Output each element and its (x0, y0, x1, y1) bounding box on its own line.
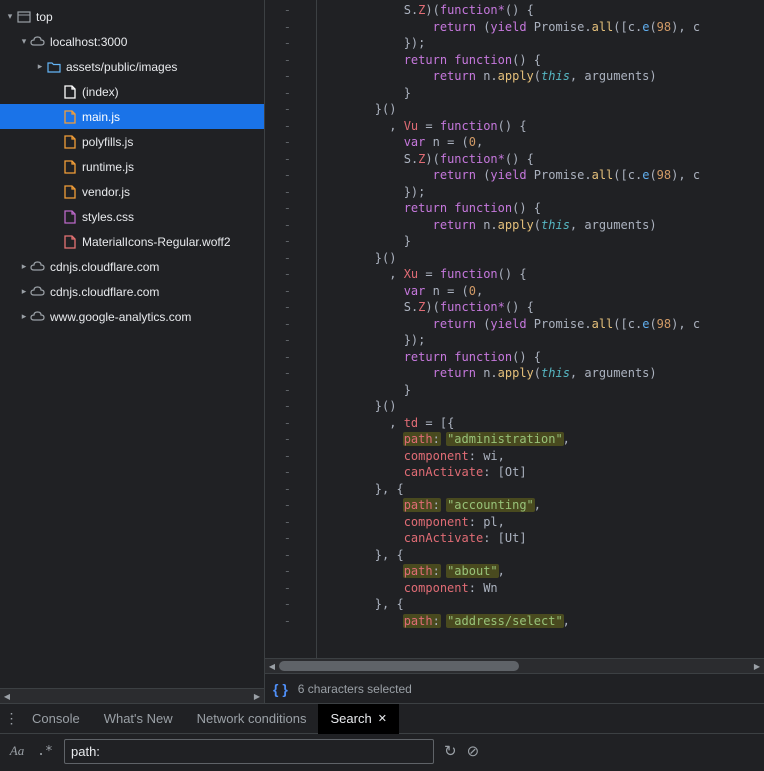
tree-item[interactable]: vendor.js (0, 179, 264, 204)
tree-item-label: main.js (78, 110, 120, 124)
scroll-left-icon[interactable]: ◀ (265, 659, 279, 673)
expand-arrow-icon[interactable]: ▾ (4, 11, 16, 22)
search-input[interactable] (64, 739, 434, 764)
tree-item[interactable]: main.js (0, 104, 264, 129)
tree-item[interactable]: ▸ assets/public/images (0, 54, 264, 79)
scrollbar-thumb[interactable] (279, 661, 519, 671)
tree-item-label: (index) (78, 85, 119, 99)
clear-icon[interactable]: ⊘ (467, 742, 480, 760)
close-icon[interactable]: ✕ (378, 704, 387, 734)
drawer-tab-network-conditions[interactable]: Network conditions (185, 704, 319, 734)
tab-label: What's New (104, 711, 173, 726)
search-bar: Aa .* ↻ ⊘ (0, 734, 764, 768)
folder-icon (46, 59, 62, 75)
js-icon (62, 109, 78, 125)
js-icon (62, 134, 78, 150)
cloud-icon (30, 284, 46, 300)
tree-item-label: styles.css (78, 210, 134, 224)
sources-sidebar: ▾ top ▾ localhost:3000 ▸ assets/public/images… (0, 0, 265, 703)
tree-item[interactable]: ▾ localhost:3000 (0, 29, 264, 54)
tree-item-label: cdnjs.cloudflare.com (46, 285, 159, 299)
tree-item-label: localhost:3000 (46, 35, 127, 49)
css-icon (62, 209, 78, 225)
tree-item[interactable]: ▸ cdnjs.cloudflare.com (0, 254, 264, 279)
tree-item[interactable]: ▸ cdnjs.cloudflare.com (0, 279, 264, 304)
drawer: ⋮ Console What's New Network conditions Sea… (0, 703, 764, 771)
scroll-left-icon[interactable]: ◀ (0, 689, 14, 703)
tree-item-label: runtime.js (78, 160, 134, 174)
tree-item[interactable]: polyfills.js (0, 129, 264, 154)
tree-item[interactable]: (index) (0, 79, 264, 104)
cloud-icon (30, 309, 46, 325)
tree-item-label: polyfills.js (78, 135, 133, 149)
tree-item-label: assets/public/images (62, 60, 177, 74)
tree-item[interactable]: runtime.js (0, 154, 264, 179)
expand-arrow-icon[interactable]: ▸ (34, 61, 46, 72)
cloud-icon (30, 259, 46, 275)
tree-item-label: cdnjs.cloudflare.com (46, 260, 159, 274)
js-icon (62, 184, 78, 200)
pretty-print-icon[interactable]: { } (273, 681, 288, 697)
drawer-tab-console[interactable]: Console (20, 704, 92, 734)
expand-arrow-icon[interactable]: ▸ (18, 286, 30, 297)
regex-toggle[interactable]: .* (36, 744, 54, 759)
scroll-right-icon[interactable]: ▶ (250, 689, 264, 703)
js-icon (62, 159, 78, 175)
tab-label: Search (330, 704, 371, 734)
status-bar: { } 6 characters selected (265, 673, 764, 703)
tree-item[interactable]: ▾ top (0, 4, 264, 29)
drawer-tab-search[interactable]: Search ✕ (318, 704, 398, 734)
drawer-menu-icon[interactable]: ⋮ (0, 710, 20, 727)
editor-panel: -------------------------------------- S… (265, 0, 764, 703)
cloud-icon (30, 34, 46, 50)
drawer-tab-what-s-new[interactable]: What's New (92, 704, 185, 734)
sidebar-scrollbar[interactable]: ◀ ▶ (0, 688, 264, 703)
expand-arrow-icon[interactable]: ▸ (18, 261, 30, 272)
tab-label: Network conditions (197, 711, 307, 726)
drawer-tabbar: ⋮ Console What's New Network conditions Sea… (0, 704, 764, 734)
tree-item-label: MaterialIcons-Regular.woff2 (78, 235, 231, 249)
tree-item[interactable]: styles.css (0, 204, 264, 229)
tree-item-label: www.google-analytics.com (46, 310, 191, 324)
tree-item[interactable]: MaterialIcons-Regular.woff2 (0, 229, 264, 254)
tab-label: Console (32, 711, 80, 726)
font-icon (62, 234, 78, 250)
expand-arrow-icon[interactable]: ▾ (18, 36, 30, 47)
tree-item[interactable]: ▸ www.google-analytics.com (0, 304, 264, 329)
status-text: 6 characters selected (298, 682, 412, 696)
tree-item-label: top (32, 10, 53, 24)
gutter: -------------------------------------- (265, 0, 317, 658)
refresh-icon[interactable]: ↻ (444, 742, 457, 760)
doc-icon (62, 84, 78, 100)
scroll-right-icon[interactable]: ▶ (750, 659, 764, 673)
frame-icon (16, 9, 32, 25)
file-tree: ▾ top ▾ localhost:3000 ▸ assets/public/images… (0, 0, 264, 688)
code-content[interactable]: S.Z)(function*() { return (yield Promise… (317, 0, 764, 658)
match-case-toggle[interactable]: Aa (8, 743, 26, 759)
expand-arrow-icon[interactable]: ▸ (18, 311, 30, 322)
tree-item-label: vendor.js (78, 185, 130, 199)
editor-scrollbar[interactable]: ◀ ▶ (265, 658, 764, 673)
